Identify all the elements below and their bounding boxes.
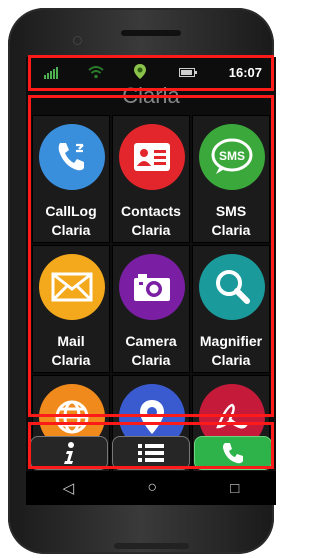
home-icon[interactable]: ○ bbox=[147, 479, 157, 497]
highlight-status-bar bbox=[28, 55, 274, 91]
system-nav-bar: ◁ ○ □ bbox=[26, 471, 276, 505]
highlight-bottom-bar bbox=[28, 422, 274, 469]
recents-icon[interactable]: □ bbox=[230, 480, 239, 497]
highlight-app-grid bbox=[28, 95, 274, 417]
back-icon[interactable]: ◁ bbox=[63, 479, 75, 497]
bottom-speaker bbox=[114, 543, 189, 549]
front-camera bbox=[74, 37, 81, 44]
earpiece-speaker bbox=[121, 30, 181, 36]
